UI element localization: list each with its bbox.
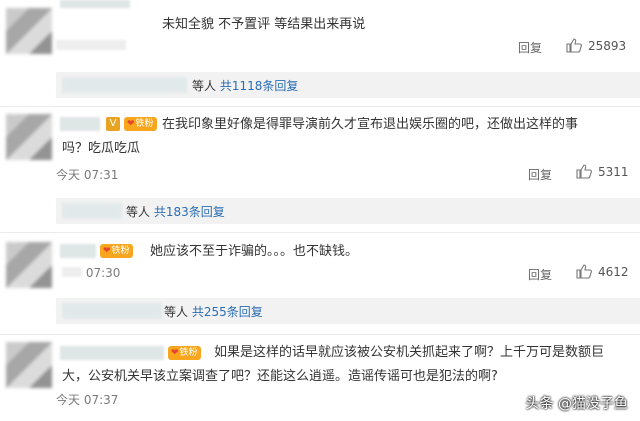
fan-badge: ❤铁粉 <box>100 244 133 258</box>
sub-reply-prefix: 等人 <box>164 305 189 319</box>
comment-time: 今天 07:37 <box>56 393 119 407</box>
divider <box>0 232 640 233</box>
avatar[interactable] <box>6 342 52 388</box>
verified-v-icon: V <box>106 117 120 131</box>
comment-text-line-1: 如果是这样的话早就应该被公安机关抓起来了啊？上千万可是数额巨 <box>214 345 605 360</box>
watermark: 头条 @猫没子鱼 <box>525 396 628 412</box>
divider <box>0 334 640 335</box>
username-blurred[interactable] <box>60 0 130 8</box>
heart-icon: ❤ <box>103 246 111 256</box>
fan-badge: ❤铁粉 <box>168 346 201 360</box>
avatar[interactable] <box>6 114 52 160</box>
comment-time: 07:30 <box>62 266 120 280</box>
comment-text-line-2: 吗？吃瓜吃瓜 <box>62 141 141 156</box>
divider <box>0 106 640 107</box>
comment-time <box>56 40 126 50</box>
like-button[interactable]: 5311 <box>576 164 629 179</box>
thumbs-up-icon <box>576 264 592 279</box>
comment-time-blurred <box>62 267 82 277</box>
reply-button[interactable]: 回复 <box>528 266 552 283</box>
sub-reply-count-link[interactable]: 共183条回复 <box>154 205 225 219</box>
sub-replies-bar[interactable]: 等人 共255条回复 <box>56 298 640 324</box>
thumbs-up-icon <box>566 38 582 53</box>
like-button[interactable]: 25893 <box>566 38 626 53</box>
like-count: 4612 <box>598 264 629 279</box>
sub-reply-users-blurred <box>62 303 162 319</box>
comment-text-line-1: 在我印象里好像是得罪导演前久才宣布退出娱乐圈的吧，还做出这样的事 <box>162 117 579 132</box>
like-count: 25893 <box>588 38 627 53</box>
sub-reply-users-blurred <box>62 77 187 93</box>
heart-icon: ❤ <box>127 119 135 129</box>
comment-text-line-2: 大，公安机关早该立案调查了吧？还能这么逍遥。造谣传谣可也是犯法的啊? <box>62 369 498 384</box>
like-count: 5311 <box>598 164 629 179</box>
username-blurred[interactable] <box>60 244 96 258</box>
like-button[interactable]: 4612 <box>576 264 629 279</box>
sub-replies-bar[interactable]: 等人 共1118条回复 <box>56 72 640 98</box>
avatar[interactable] <box>6 8 52 54</box>
sub-replies-bar[interactable]: 等人 共183条回复 <box>56 198 640 224</box>
sub-reply-count-link[interactable]: 共1118条回复 <box>220 79 299 93</box>
sub-reply-count-link[interactable]: 共255条回复 <box>192 305 263 319</box>
thumbs-up-icon <box>576 164 592 179</box>
username-blurred[interactable] <box>60 117 100 131</box>
reply-button[interactable]: 回复 <box>528 166 552 183</box>
sub-reply-prefix: 等人 <box>192 79 217 93</box>
comment-text: 她应该不至于诈骗的。。。也不缺钱。 <box>150 244 359 259</box>
comment-time: 今天 07:31 <box>56 168 119 182</box>
sub-reply-users-blurred <box>62 203 122 219</box>
username-blurred[interactable] <box>60 346 164 360</box>
reply-button[interactable]: 回复 <box>518 39 542 56</box>
comment-text: 未知全貌 不予置评 等结果出来再说 <box>162 17 366 32</box>
sub-reply-prefix: 等人 <box>126 205 151 219</box>
avatar[interactable] <box>6 242 52 288</box>
heart-icon: ❤ <box>171 348 179 358</box>
fan-badge: ❤铁粉 <box>124 117 157 131</box>
